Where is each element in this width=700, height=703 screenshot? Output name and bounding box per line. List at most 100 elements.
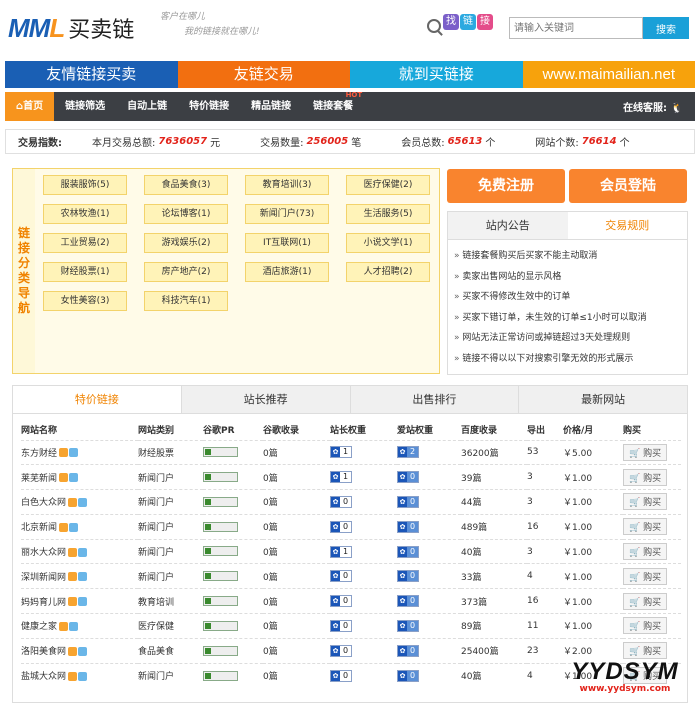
site-name[interactable]: 白色大众网 [21, 498, 66, 508]
nav-link-packages[interactable]: 链接套餐 HOT [302, 91, 364, 121]
buy-button[interactable]: 🛒 购买 [623, 592, 668, 610]
category-item[interactable]: 农林牧渔(1) [43, 204, 127, 224]
buy-button[interactable]: 🛒 购买 [623, 518, 668, 536]
site-name[interactable]: 妈妈育儿网 [21, 598, 66, 608]
aizhan-weight-badge: ✿ 0 [397, 669, 420, 682]
register-button[interactable]: 免费注册 [447, 169, 565, 203]
buy-button[interactable]: 🛒 购买 [623, 543, 668, 561]
banner-item[interactable]: www.maimailian.net [522, 61, 695, 88]
tab-announcements[interactable]: 站内公告 [448, 212, 568, 239]
notice-item[interactable]: 链接套餐购买后买家不能主动取消 [454, 246, 687, 267]
site-logo[interactable]: MML 买卖链 [8, 12, 134, 44]
search-button[interactable]: 搜索 [643, 17, 689, 39]
buy-button[interactable]: 🛒 购买 [623, 468, 668, 486]
notice-item[interactable]: 买家不得修改生效中的订单 [454, 287, 687, 308]
logo-text: 买卖链 [68, 18, 135, 43]
category-item[interactable]: 科技汽车(1) [144, 291, 228, 311]
google-pr-cell [203, 439, 263, 465]
tab-special-links[interactable]: 特价链接 [13, 386, 181, 413]
category-title-char: 分 [17, 256, 30, 270]
site-name[interactable]: 洛阳美食网 [21, 647, 66, 657]
outbound-links: 53 [527, 439, 563, 465]
nav-auto-link[interactable]: 自动上链 [116, 92, 178, 121]
find-link-tag: 找 链 接 [443, 14, 494, 30]
site-name[interactable]: 丽水大众网 [21, 548, 66, 558]
category-item[interactable]: 服装服饰(5) [43, 175, 127, 195]
category-item[interactable]: IT互联网(1) [245, 233, 329, 253]
table-header: 网站名称 网站类别 谷歌PR 谷歌收录 站长权重 爱站权重 百度收录 导出 价格/月 购买 [21, 420, 681, 440]
category-title-char: 导 [17, 286, 30, 300]
paw-icon: ✿ [398, 645, 407, 656]
nav-premium-links[interactable]: 精品链接 [240, 92, 302, 121]
buy-button[interactable]: 🛒 购买 [623, 642, 668, 660]
buy-button[interactable]: 🛒 购买 [623, 567, 668, 585]
tab-recommended[interactable]: 站长推荐 [180, 386, 350, 413]
buy-button[interactable]: 🛒 购买 [623, 493, 668, 511]
category-item[interactable]: 酒店旅游(1) [245, 262, 329, 282]
tab-trade-rules[interactable]: 交易规则 [568, 212, 688, 239]
paw-icon: ✿ [398, 496, 407, 507]
table-row: 东方财经 财经股票 0篇 ✿ 1 ✿ 2 36200篇 53 ￥5.00 🛒 购买 [21, 439, 681, 465]
notice-item[interactable]: 网站无法正常访问或掉链超过3天处理规则 [454, 328, 687, 349]
banner-item[interactable]: 就到买链接 [350, 61, 523, 88]
category-item[interactable]: 小说文学(1) [346, 233, 430, 253]
category-item[interactable]: 生活服务(5) [346, 204, 430, 224]
tab-sales-ranking[interactable]: 出售排行 [349, 386, 519, 413]
nav-special-links[interactable]: 特价链接 [178, 92, 240, 121]
tab-newest-sites[interactable]: 最新网站 [518, 386, 687, 413]
google-pr-cell [203, 563, 263, 589]
stat-total: 7636057 [158, 136, 208, 147]
notice-item[interactable]: 买家下错订单，未生效的订单≤1小时可以取消 [454, 308, 687, 329]
baidu-index: 489篇 [461, 513, 527, 540]
nav-link-filter[interactable]: 链接筛选 [54, 92, 116, 121]
weight-value: 0 [407, 670, 419, 681]
banner-item[interactable]: 友链交易 [177, 61, 350, 88]
tag-icon [78, 671, 88, 681]
site-name[interactable]: 北京新闻 [21, 523, 57, 533]
category-title-char: 接 [17, 241, 30, 255]
baidu-index: 44篇 [461, 489, 527, 515]
outbound-links: 3 [527, 489, 563, 515]
category-item[interactable]: 游戏娱乐(2) [144, 233, 228, 253]
buy-label: 购买 [643, 523, 662, 534]
category-item[interactable]: 医疗保健(2) [346, 175, 430, 195]
category-item[interactable]: 教育培训(3) [245, 175, 329, 195]
tag-icon [78, 597, 88, 607]
category-item[interactable]: 女性美容(3) [43, 291, 127, 311]
search-input[interactable] [509, 17, 643, 39]
baidu-index: 39篇 [461, 464, 527, 490]
aizhan-weight-cell: ✿ 0 [397, 662, 461, 688]
site-name[interactable]: 健康之家 [21, 622, 57, 632]
nav-home[interactable]: ⌂首页 [5, 92, 55, 121]
weight-value: 0 [340, 496, 352, 507]
site-name[interactable]: 莱芜新闻 [21, 474, 57, 484]
banner-item[interactable]: 友情链接买卖 [5, 61, 178, 88]
category-item[interactable]: 人才招聘(2) [346, 262, 430, 282]
google-index: 0篇 [263, 464, 330, 490]
notice-item[interactable]: 链接不得以以下对搜索引擎无效的形式展示 [454, 349, 687, 370]
buy-cell: 🛒 购买 [623, 538, 681, 564]
buy-button[interactable]: 🛒 购买 [623, 617, 668, 635]
site-name[interactable]: 盐城大众网 [21, 672, 66, 682]
site-name[interactable]: 深圳新闻网 [21, 573, 66, 583]
login-button[interactable]: 会员登陆 [569, 169, 687, 203]
paw-icon: ✿ [398, 546, 407, 557]
category-item[interactable]: 房产地产(2) [144, 262, 228, 282]
site-name[interactable]: 东方财经 [21, 449, 57, 459]
cart-icon: 🛒 [629, 622, 641, 633]
category-item[interactable]: 财经股票(1) [43, 262, 127, 282]
cart-icon: 🛒 [629, 572, 641, 583]
paw-icon: ✿ [331, 645, 340, 656]
category-item[interactable]: 论坛博客(1) [144, 204, 228, 224]
price: ￥5.00 [563, 439, 623, 465]
category-item[interactable]: 工业贸易(2) [43, 233, 127, 253]
category-item[interactable]: 新闻门户(73) [245, 204, 329, 224]
paw-icon: ✿ [331, 447, 340, 458]
buy-button[interactable]: 🛒 购买 [623, 443, 668, 461]
online-support[interactable]: 在线客服: 🐧 [623, 99, 683, 114]
site-category: 新闻门户 [138, 563, 203, 589]
weight-value: 0 [340, 645, 352, 656]
table-row: 深圳新闻网 新闻门户 0篇 ✿ 0 ✿ 0 33篇 4 ￥1.00 🛒 购买 [21, 563, 681, 589]
category-item[interactable]: 食品美食(3) [144, 175, 228, 195]
notice-item[interactable]: 卖家出售网站的显示风格 [454, 267, 687, 288]
